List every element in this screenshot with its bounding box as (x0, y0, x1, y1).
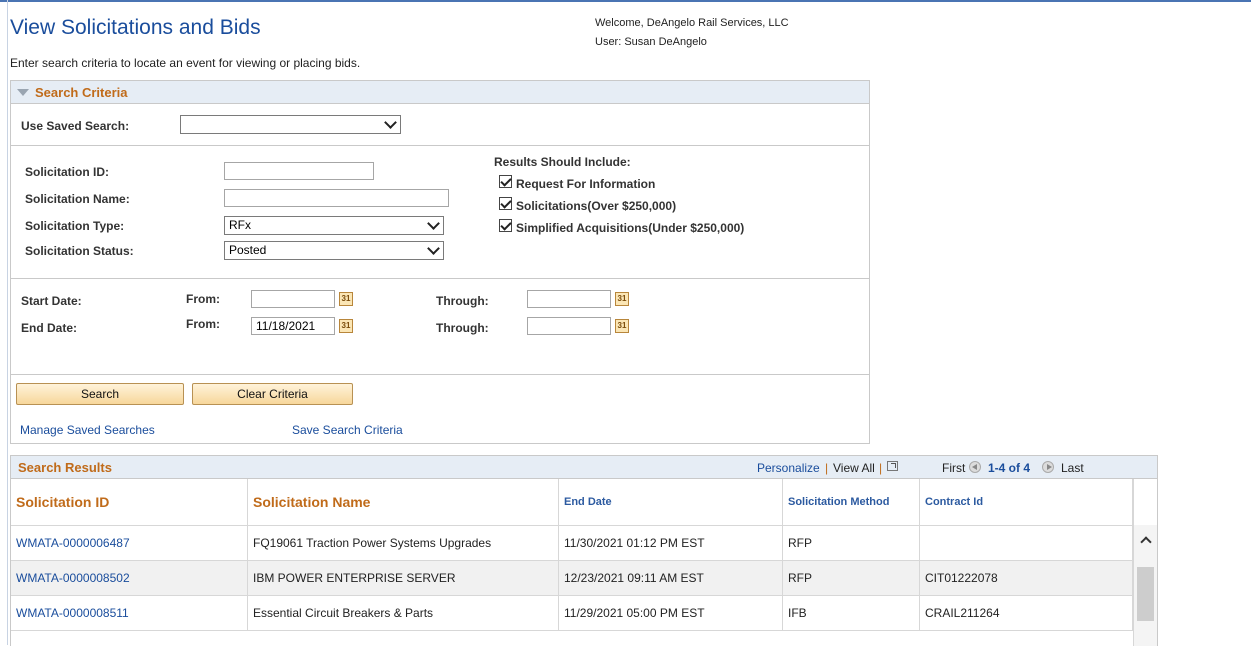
checkbox-request-for-information[interactable] (499, 175, 512, 188)
start-date-label: Start Date: (21, 294, 82, 308)
personalize-link[interactable]: Personalize (757, 461, 820, 475)
welcome-text: Welcome, DeAngelo Rail Services, LLC (595, 17, 789, 29)
chevron-down-icon (384, 116, 397, 129)
welcome-block: Welcome, DeAngelo Rail Services, LLC Use… (595, 14, 789, 52)
scroll-up-arrow-icon[interactable] (1140, 536, 1152, 548)
end-date-cell: 12/23/2021 09:11 AM EST (559, 561, 783, 595)
calendar-icon[interactable]: 31 (615, 319, 629, 333)
solicitation-type-label: Solicitation Type: (25, 219, 125, 233)
solicitation-id-input[interactable] (224, 162, 374, 180)
end-date-label: End Date: (21, 321, 78, 335)
solicitation-name-cell: Essential Circuit Breakers & Parts (248, 596, 559, 630)
checkbox-simplified-acquisitions[interactable] (499, 219, 512, 232)
search-criteria-header[interactable]: Search Criteria (11, 81, 869, 104)
page-title: View Solicitations and Bids (10, 16, 261, 39)
first-link[interactable]: First (942, 461, 965, 475)
results-include-label: Results Should Include: (494, 155, 631, 169)
solicitation-type-value: RFx (229, 218, 251, 232)
column-header-solicitation-id[interactable]: Solicitation ID (11, 479, 248, 525)
clear-criteria-button[interactable]: Clear Criteria (192, 383, 353, 405)
search-results-header: Search Results Personalize | View All | … (11, 456, 1157, 479)
header-scroll-gap (1133, 479, 1157, 525)
divider (11, 278, 869, 279)
column-header-contract-id[interactable]: Contract Id (920, 479, 1133, 525)
checkbox-label: Simplified Acquisitions(Under $250,000) (516, 221, 745, 235)
solicitation-id-link[interactable]: WMATA-0000008502 (11, 561, 248, 595)
top-accent-line (0, 0, 1251, 2)
end-from-input[interactable] (251, 317, 335, 335)
end-date-cell: 11/29/2021 05:00 PM EST (559, 596, 783, 630)
saved-search-label: Use Saved Search: (21, 119, 130, 133)
solicitation-status-value: Posted (229, 243, 267, 257)
column-header-end-date[interactable]: End Date (559, 479, 783, 525)
chevron-down-icon (427, 217, 440, 230)
solicitation-name-cell: IBM POWER ENTERPRISE SERVER (248, 561, 559, 595)
grid-header-row: Solicitation ID Solicitation Name End Da… (11, 479, 1133, 526)
method-cell: RFP (783, 526, 920, 560)
left-frame-border (7, 0, 8, 645)
start-from-label: From: (186, 292, 220, 306)
checkbox-label: Solicitations(Over $250,000) (516, 199, 677, 213)
vertical-scrollbar[interactable] (1133, 525, 1157, 646)
solicitation-id-link[interactable]: WMATA-0000008511 (11, 596, 248, 630)
user-text: User: Susan DeAngelo (595, 36, 707, 48)
end-from-label: From: (186, 317, 220, 331)
calendar-icon[interactable]: 31 (339, 292, 353, 306)
contract-cell: CIT01222078 (920, 561, 1133, 595)
collapse-triangle-icon[interactable] (17, 88, 29, 96)
end-through-input[interactable] (527, 317, 611, 335)
end-through-label: Through: (436, 321, 489, 335)
start-through-input[interactable] (527, 290, 611, 308)
contract-cell: CRAIL211264 (920, 596, 1133, 630)
solicitation-type-select[interactable]: RFx (224, 216, 444, 235)
expand-grid-icon[interactable] (887, 461, 898, 471)
intro-text: Enter search criteria to locate an event… (10, 56, 361, 70)
solicitation-name-input[interactable] (224, 189, 449, 207)
column-header-solicitation-method[interactable]: Solicitation Method (783, 479, 920, 525)
manage-saved-searches-link[interactable]: Manage Saved Searches (20, 423, 155, 437)
search-results-grid: Search Results Personalize | View All | … (10, 455, 1158, 646)
divider (11, 374, 869, 375)
solicitation-status-select[interactable]: Posted (224, 241, 444, 260)
checkbox-label: Request For Information (516, 177, 656, 191)
search-results-title: Search Results (18, 460, 112, 475)
start-from-input[interactable] (251, 290, 335, 308)
separator: | (825, 461, 829, 475)
solicitation-id-label: Solicitation ID: (25, 165, 109, 179)
search-button[interactable]: Search (16, 383, 184, 405)
separator: | (879, 461, 883, 475)
search-criteria-panel: Search Criteria Use Saved Search: Solici… (10, 80, 870, 444)
start-through-label: Through: (436, 294, 489, 308)
checkbox-solicitations[interactable] (499, 197, 512, 210)
calendar-icon[interactable]: 31 (615, 292, 629, 306)
table-row: WMATA-0000006487 FQ19061 Traction Power … (11, 526, 1133, 561)
next-arrow-icon[interactable] (1042, 461, 1054, 473)
solicitation-status-label: Solicitation Status: (25, 244, 134, 258)
scrollbar-thumb[interactable] (1137, 567, 1154, 621)
solicitation-name-cell: FQ19061 Traction Power Systems Upgrades (248, 526, 559, 560)
search-criteria-title: Search Criteria (35, 84, 128, 100)
table-row: WMATA-0000008511 Essential Circuit Break… (11, 596, 1133, 631)
save-search-criteria-link[interactable]: Save Search Criteria (292, 423, 403, 437)
row-range: 1-4 of 4 (988, 461, 1031, 475)
contract-cell (920, 526, 1133, 560)
view-all-link[interactable]: View All (833, 461, 875, 475)
table-row: WMATA-0000008502 IBM POWER ENTERPRISE SE… (11, 561, 1133, 596)
solicitation-name-label: Solicitation Name: (25, 192, 130, 206)
method-cell: IFB (783, 596, 920, 630)
chevron-down-icon (427, 242, 440, 255)
last-link[interactable]: Last (1061, 461, 1084, 475)
end-date-cell: 11/30/2021 01:12 PM EST (559, 526, 783, 560)
divider (11, 145, 869, 146)
saved-search-select[interactable] (180, 115, 401, 134)
previous-arrow-icon[interactable] (969, 461, 981, 473)
solicitation-id-link[interactable]: WMATA-0000006487 (11, 526, 248, 560)
column-header-solicitation-name[interactable]: Solicitation Name (248, 479, 559, 525)
calendar-icon[interactable]: 31 (339, 319, 353, 333)
method-cell: RFP (783, 561, 920, 595)
